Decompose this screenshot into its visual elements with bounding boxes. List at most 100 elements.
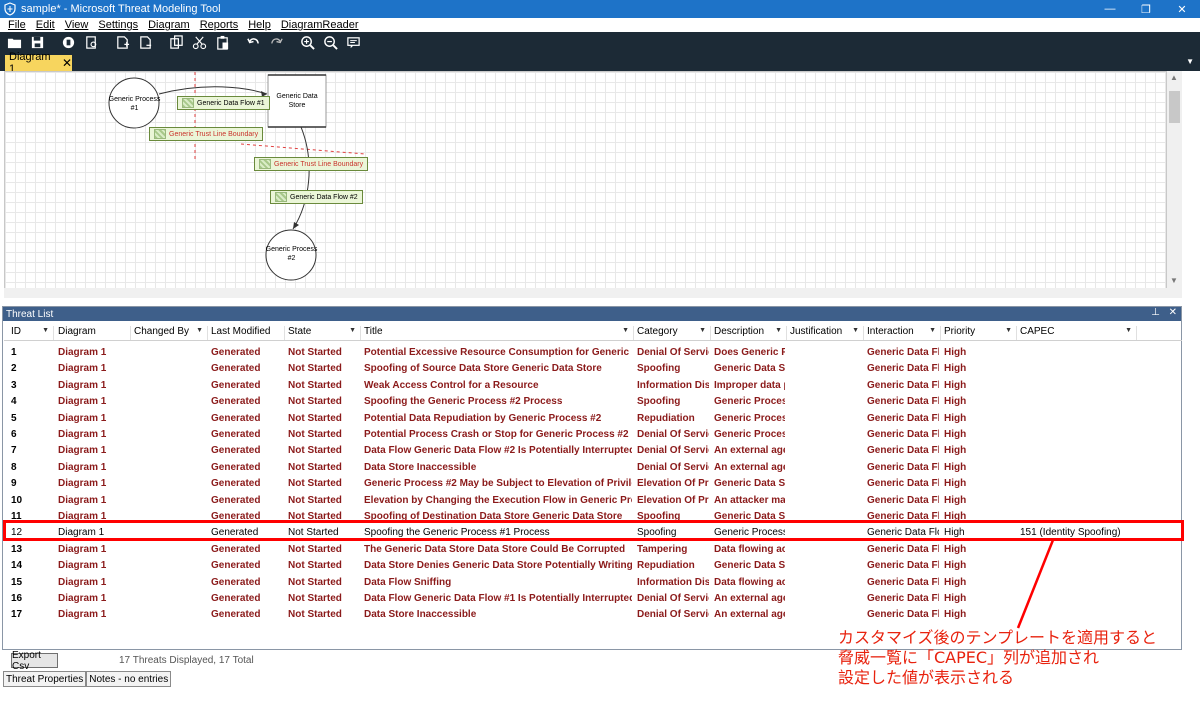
column-header-interaction[interactable]: Interaction ▼ bbox=[864, 326, 941, 340]
export-csv-button[interactable]: Export Csv bbox=[11, 650, 58, 672]
cell-category: Denial Of Servic bbox=[637, 461, 709, 473]
generic-process-2-node[interactable]: Generic Process #2 bbox=[264, 245, 319, 263]
cell-category: Spoofing bbox=[637, 363, 681, 375]
table-row[interactable]: 4 Diagram 1 Generated Not Started Spoofing t… bbox=[4, 393, 1134, 409]
cell-category: Elevation Of Priv bbox=[637, 478, 709, 490]
menu-reports[interactable]: Reports bbox=[200, 19, 239, 31]
column-header-state[interactable]: State ▼ bbox=[285, 326, 361, 340]
cell-id: 9 bbox=[11, 478, 17, 490]
table-row[interactable]: 13 Diagram 1 Generated Not Started The Gener… bbox=[4, 541, 1134, 557]
cell-description: Generic Data Sto bbox=[714, 363, 785, 375]
copy-icon[interactable] bbox=[168, 34, 185, 51]
cell-interaction: Generic Data Flc bbox=[867, 494, 939, 506]
column-header-id[interactable]: ID ▼ bbox=[8, 326, 54, 340]
cell-last-modified: Generated bbox=[211, 396, 261, 408]
canvas-vertical-scrollbar[interactable]: ▲ ▼ bbox=[1167, 71, 1182, 288]
flow-2-text: Generic Data Flow #2 bbox=[290, 193, 358, 201]
data-flow-2-label[interactable]: Generic Data Flow #2 bbox=[270, 190, 363, 204]
canvas-horizontal-scrollbar[interactable] bbox=[4, 288, 1182, 298]
redo-icon[interactable] bbox=[268, 34, 285, 51]
menu-settings[interactable]: Settings bbox=[98, 19, 138, 31]
report-icon[interactable] bbox=[83, 34, 100, 51]
table-row[interactable]: 9 Diagram 1 Generated Not Started Generic Pr… bbox=[4, 475, 1134, 491]
menu-edit[interactable]: Edit bbox=[36, 19, 55, 31]
table-row[interactable]: 6 Diagram 1 Generated Not Started Potential … bbox=[4, 426, 1134, 442]
cell-priority: High bbox=[944, 560, 967, 572]
column-header-description[interactable]: Description ▼ bbox=[711, 326, 787, 340]
new-diagram-icon[interactable] bbox=[114, 34, 131, 51]
paste-icon[interactable] bbox=[214, 34, 231, 51]
tab-diagram-1[interactable]: Diagram 1 ✕ bbox=[5, 51, 72, 75]
zoom-in-icon[interactable] bbox=[299, 34, 316, 51]
comment-icon[interactable] bbox=[345, 34, 362, 51]
close-panel-icon[interactable]: ✕ bbox=[1169, 307, 1177, 318]
cell-id: 8 bbox=[11, 461, 17, 473]
column-header-priority[interactable]: Priority ▼ bbox=[941, 326, 1017, 340]
window-title: sample* - Microsoft Threat Modeling Tool bbox=[21, 3, 221, 15]
cell-last-modified: Generated bbox=[211, 576, 261, 588]
column-header-last-modified[interactable]: Last Modified bbox=[208, 326, 285, 340]
save-icon[interactable] bbox=[29, 34, 46, 51]
menu-diagram[interactable]: Diagram bbox=[148, 19, 190, 31]
table-row[interactable]: 7 Diagram 1 Generated Not Started Data Flow … bbox=[4, 442, 1134, 458]
cell-description: Generic Process bbox=[714, 396, 785, 408]
column-header-title[interactable]: Title ▼ bbox=[361, 326, 634, 340]
close-tab-icon[interactable]: ✕ bbox=[62, 56, 72, 70]
copy-diagram-icon[interactable] bbox=[137, 34, 154, 51]
tab-menu-chevron-down-icon[interactable]: ▼ bbox=[1186, 57, 1194, 66]
close-window-button[interactable]: ✕ bbox=[1164, 0, 1200, 18]
scroll-down-icon[interactable]: ▼ bbox=[1170, 276, 1178, 285]
cell-title: Data Store Denies Generic Data Store Pot… bbox=[364, 560, 632, 572]
column-header-diagram[interactable]: Diagram bbox=[55, 326, 131, 340]
table-row[interactable]: 8 Diagram 1 Generated Not Started Data Store… bbox=[4, 459, 1134, 475]
table-row[interactable]: 2 Diagram 1 Generated Not Started Spoofing o… bbox=[4, 360, 1134, 376]
cell-id: 15 bbox=[11, 576, 23, 588]
tab-notes[interactable]: Notes - no entries bbox=[86, 671, 172, 687]
cell-diagram: Diagram 1 bbox=[58, 478, 107, 490]
cell-priority: High bbox=[944, 396, 967, 408]
scroll-thumb[interactable] bbox=[1169, 91, 1180, 123]
minimize-button[interactable]: — bbox=[1092, 0, 1128, 18]
table-row[interactable]: 10 Diagram 1 Generated Not Started Elevation… bbox=[4, 492, 1134, 508]
open-folder-icon[interactable] bbox=[6, 34, 23, 51]
analysis-icon[interactable] bbox=[60, 34, 77, 51]
table-row[interactable]: 1 Diagram 1 Generated Not Started Potential … bbox=[4, 344, 1134, 360]
restore-button[interactable]: ❐ bbox=[1128, 0, 1164, 18]
zoom-out-icon[interactable] bbox=[322, 34, 339, 51]
cell-description: An attacker may bbox=[714, 494, 785, 506]
menu-help[interactable]: Help bbox=[248, 19, 271, 31]
pin-icon[interactable]: ⊥ bbox=[1151, 307, 1160, 318]
data-flow-1-label[interactable]: Generic Data Flow #1 bbox=[177, 96, 270, 110]
column-header-capec[interactable]: CAPEC ▼ bbox=[1017, 326, 1137, 340]
diagram-canvas[interactable]: Generic Process #1 Generic Data Store Ge… bbox=[4, 71, 1167, 298]
table-row[interactable]: 14 Diagram 1 Generated Not Started Data Stor… bbox=[4, 557, 1134, 573]
cell-diagram: Diagram 1 bbox=[58, 494, 107, 506]
menu-file[interactable]: File bbox=[8, 19, 26, 31]
cut-icon[interactable] bbox=[191, 34, 208, 51]
table-row[interactable]: 3 Diagram 1 Generated Not Started Weak Acces… bbox=[4, 377, 1134, 393]
table-row[interactable]: 16 Diagram 1 Generated Not Started Data Flow… bbox=[4, 590, 1134, 606]
trust-boundary-2-label[interactable]: Generic Trust Line Boundary bbox=[254, 157, 369, 171]
generic-process-1-node[interactable]: Generic Process #1 bbox=[107, 95, 162, 113]
generic-data-store-node[interactable]: Generic Data Store bbox=[273, 92, 321, 110]
table-row[interactable]: 17 Diagram 1 Generated Not Started Data Stor… bbox=[4, 606, 1134, 622]
cell-description: An external ager bbox=[714, 461, 785, 473]
trust-boundary-1-label[interactable]: Generic Trust Line Boundary bbox=[149, 127, 264, 141]
cell-state: Not Started bbox=[288, 494, 342, 506]
column-header-category[interactable]: Category ▼ bbox=[634, 326, 711, 340]
undo-icon[interactable] bbox=[245, 34, 262, 51]
scroll-up-icon[interactable]: ▲ bbox=[1170, 73, 1178, 82]
tab-threat-properties[interactable]: Threat Properties bbox=[3, 671, 87, 687]
table-row[interactable]: 5 Diagram 1 Generated Not Started Potential … bbox=[4, 410, 1134, 426]
menu-diagramreader[interactable]: DiagramReader bbox=[281, 19, 359, 31]
table-row[interactable]: 15 Diagram 1 Generated Not Started Data Flow… bbox=[4, 574, 1134, 590]
cell-id: 7 bbox=[11, 445, 17, 457]
cell-description: Generic Data Sto bbox=[714, 560, 785, 572]
column-header-changed-by[interactable]: Changed By ▼ bbox=[131, 326, 208, 340]
menu-view[interactable]: View bbox=[65, 19, 89, 31]
cell-state: Not Started bbox=[288, 543, 342, 555]
column-header-justification[interactable]: Justification ▼ bbox=[787, 326, 864, 340]
cell-diagram: Diagram 1 bbox=[58, 429, 107, 440]
cell-state: Not Started bbox=[288, 379, 342, 391]
cell-interaction: Generic Data Flc bbox=[867, 412, 939, 424]
